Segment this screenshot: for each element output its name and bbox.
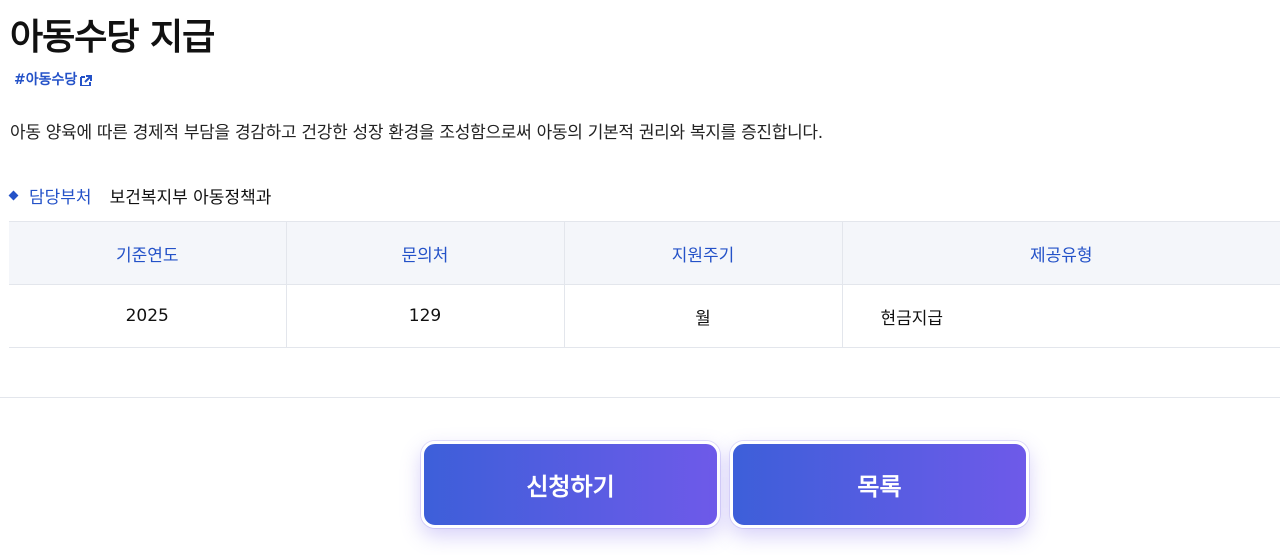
table-row: 2025 129 월 현금지급: [9, 284, 1280, 348]
service-description: 아동 양육에 따른 경제적 부담을 경감하고 건강한 성장 환경을 조성함으로써…: [10, 123, 823, 143]
department-value: 보건복지부 아동정책과: [109, 187, 272, 208]
department-row: 담당부처 보건복지부 아동정책과: [8, 182, 272, 208]
hashtag-label: #아동수당: [14, 72, 78, 86]
diamond-bullet-icon: [8, 190, 19, 200]
table-header-row: 기준연도 문의처 지원주기 제공유형: [9, 221, 1280, 285]
cell-contact: 129: [286, 284, 565, 348]
header-base-year: 기준연도: [9, 221, 287, 285]
header-provision-type: 제공유형: [842, 221, 1280, 285]
section-divider: [0, 397, 1280, 398]
header-support-cycle: 지원주기: [564, 221, 843, 285]
cell-base-year: 2025: [9, 284, 287, 348]
apply-button[interactable]: 신청하기: [421, 441, 720, 528]
service-info-table: 기준연도 문의처 지원주기 제공유형 2025 129 월 현금지급: [9, 221, 1280, 348]
cell-support-cycle: 월: [564, 284, 843, 348]
list-button[interactable]: 목록: [730, 441, 1029, 528]
page-title: 아동수당 지급: [10, 17, 215, 58]
external-link-icon: [80, 73, 93, 86]
header-contact: 문의처: [286, 221, 565, 285]
service-detail-page: 아동수당 지급 #아동수당 아동 양육에 따른 경제적 부담을 경감하고 건강한…: [0, 0, 1280, 555]
cell-provision-type: 현금지급: [842, 284, 1280, 348]
hashtag-link[interactable]: #아동수당: [14, 70, 93, 86]
department-label: 담당부처: [29, 187, 92, 208]
